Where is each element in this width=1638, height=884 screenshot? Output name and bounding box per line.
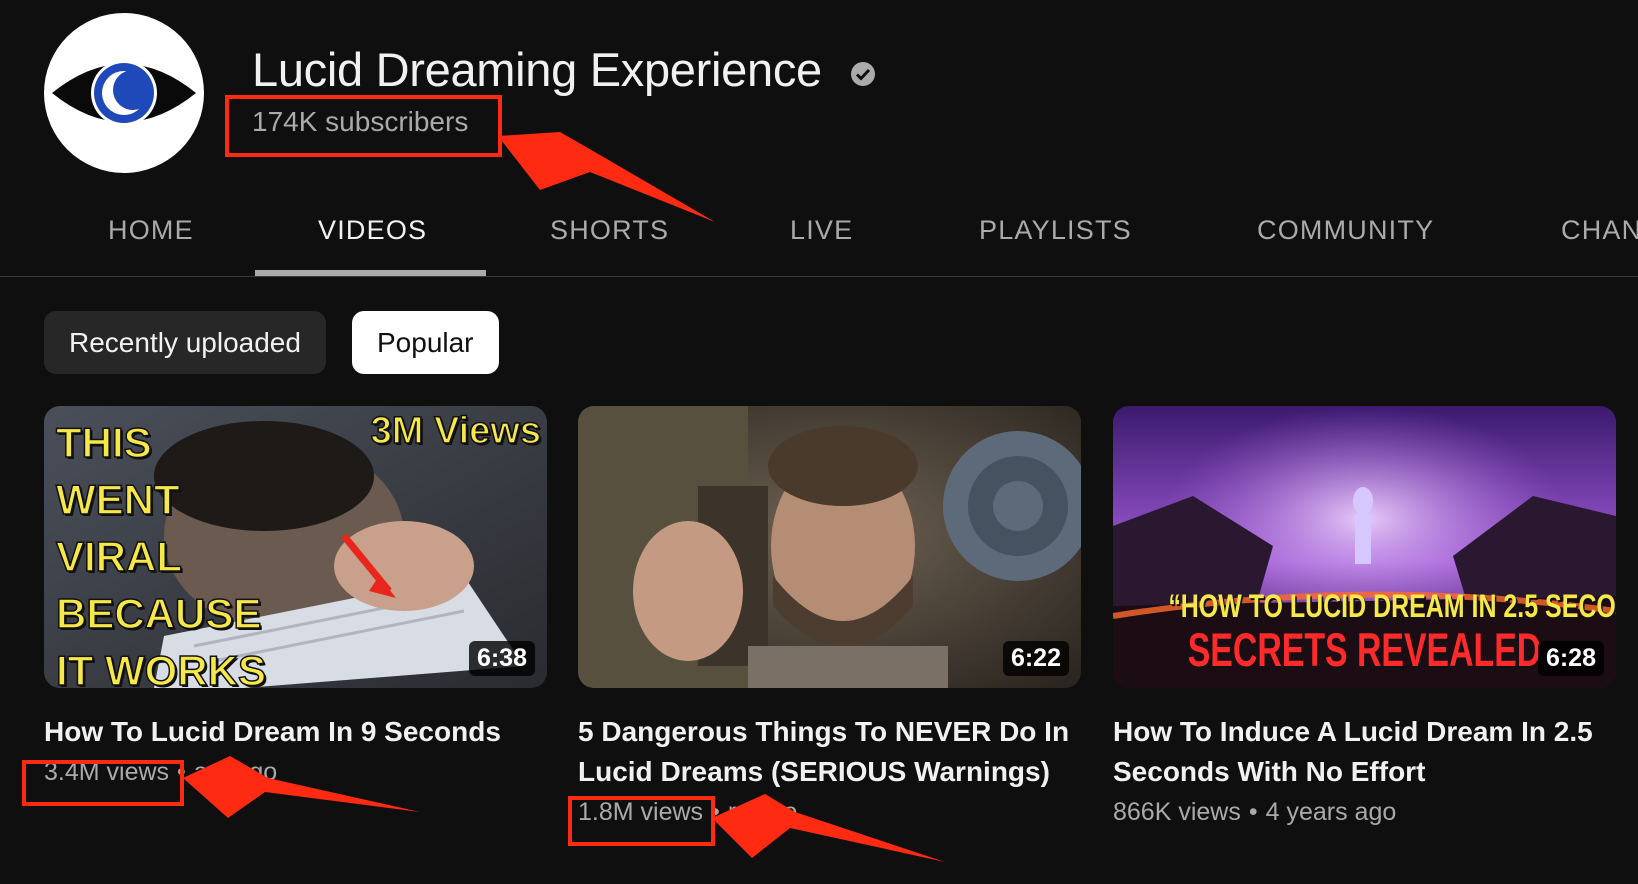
- annotation-box-views-2: [568, 796, 715, 846]
- eye-logo-icon: [52, 60, 196, 126]
- video-card[interactable]: 6:22 5 Dangerous Things To NEVER Do In L…: [578, 406, 1081, 827]
- view-count: 866K views: [1113, 798, 1241, 826]
- tab-playlists[interactable]: PLAYLISTS: [979, 188, 1132, 276]
- tab-community[interactable]: COMMUNITY: [1257, 188, 1434, 276]
- upload-age: 4 years ago: [1265, 798, 1397, 826]
- video-title[interactable]: How To Lucid Dream In 9 Seconds: [44, 712, 547, 752]
- tab-home[interactable]: HOME: [108, 188, 194, 276]
- thumbnail-caption: THIS WENT VIRAL BECAUSE IT WORKS: [55, 418, 266, 688]
- tab-live[interactable]: LIVE: [790, 188, 853, 276]
- annotation-box-subscribers: [225, 95, 502, 157]
- channel-tabs: HOME VIDEOS SHORTS LIVE PLAYLISTS COMMUN…: [0, 188, 1638, 276]
- thumbnail-caption: “HOW TO LUCID DREAM IN 2.5 SECONDS”: [1168, 588, 1616, 624]
- tab-videos[interactable]: VIDEOS: [318, 188, 427, 276]
- tab-channels[interactable]: CHAN: [1561, 188, 1638, 276]
- tab-shorts[interactable]: SHORTS: [550, 188, 669, 276]
- thumbnail-badge: 3M Views: [370, 409, 542, 453]
- video-thumbnail[interactable]: 6:22: [578, 406, 1081, 688]
- video-meta: 866K views • 4 years ago: [1113, 798, 1616, 827]
- check-circle-icon: [851, 62, 875, 86]
- video-title[interactable]: How To Induce A Lucid Dream In 2.5 Secon…: [1113, 712, 1616, 792]
- upload-age: rs ago: [727, 798, 798, 826]
- tabs-divider: [0, 276, 1638, 277]
- annotation-box-views-1: [22, 760, 184, 806]
- video-thumbnail[interactable]: THIS WENT VIRAL BECAUSE IT WORKS 3M View…: [44, 406, 547, 688]
- channel-avatar[interactable]: [44, 13, 204, 173]
- chip-recently-uploaded[interactable]: Recently uploaded: [44, 311, 326, 374]
- video-thumbnail[interactable]: “HOW TO LUCID DREAM IN 2.5 SECONDS” SECR…: [1113, 406, 1616, 688]
- channel-name: Lucid Dreaming Experience: [252, 43, 822, 96]
- video-title[interactable]: 5 Dangerous Things To NEVER Do In Lucid …: [578, 712, 1081, 792]
- video-card[interactable]: “HOW TO LUCID DREAM IN 2.5 SECONDS” SECR…: [1113, 406, 1616, 827]
- upload-age: ars ago: [193, 758, 278, 786]
- video-duration: 6:38: [468, 641, 535, 676]
- chip-popular[interactable]: Popular: [352, 311, 499, 374]
- video-duration: 6:22: [1002, 641, 1069, 676]
- thumbnail-headline: SECRETS REVEALED: [1187, 623, 1542, 676]
- video-card[interactable]: THIS WENT VIRAL BECAUSE IT WORKS 3M View…: [44, 406, 547, 787]
- separator-dot: •: [1248, 798, 1258, 826]
- video-duration: 6:28: [1537, 641, 1604, 676]
